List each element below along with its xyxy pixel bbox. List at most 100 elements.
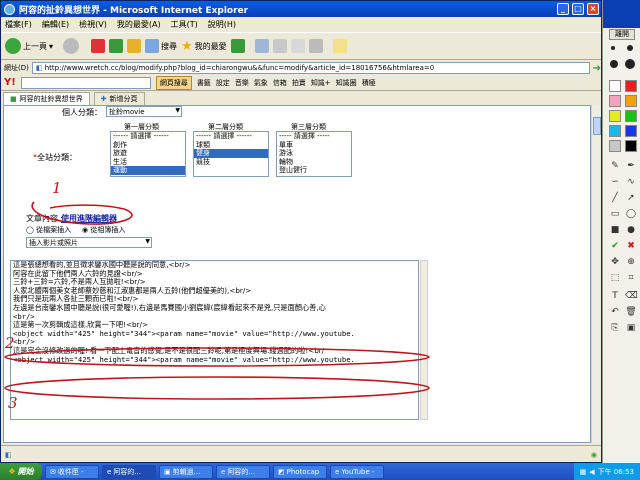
- task-inbox[interactable]: ✉ 收件匣 -: [45, 464, 99, 479]
- annotation-number-3: 3: [8, 394, 18, 412]
- check-icon[interactable]: ✔: [609, 240, 621, 252]
- ie-logo-icon: [4, 3, 15, 15]
- yahoo-item-auction[interactable]: 拍賣: [292, 78, 306, 88]
- pen-panel-header: [603, 0, 640, 28]
- yahoo-item-bookmarks[interactable]: 書籤: [197, 78, 211, 88]
- annotation-circle-2: [4, 347, 430, 367]
- star-icon: ★: [181, 38, 193, 54]
- yahoo-search-input[interactable]: [20, 76, 151, 89]
- color-pink[interactable]: [609, 95, 621, 107]
- move-icon[interactable]: ✥: [609, 256, 621, 268]
- refresh-icon[interactable]: [109, 39, 124, 53]
- page-scrollbar[interactable]: [591, 105, 601, 443]
- stop-icon[interactable]: [91, 39, 106, 53]
- menu-tools[interactable]: 工具(T): [171, 19, 198, 30]
- undo-icon[interactable]: ↶: [609, 306, 621, 318]
- pen-icon[interactable]: ✒: [625, 160, 637, 172]
- brush-size-3[interactable]: [610, 60, 618, 68]
- curve-icon[interactable]: ∽: [609, 176, 621, 188]
- color-green[interactable]: [625, 110, 637, 122]
- filled-ellipse-icon[interactable]: ●: [625, 224, 637, 236]
- pen-close-button[interactable]: 離開: [609, 29, 635, 40]
- go-arrow-icon[interactable]: ➔: [593, 63, 601, 74]
- annotation-layer: [4, 201, 430, 400]
- task-editing[interactable]: ▣ 剪輯過...: [159, 464, 213, 479]
- forward-arrow-icon[interactable]: [63, 38, 80, 54]
- menu-edit[interactable]: 編輯(E): [42, 19, 69, 30]
- mail-icon[interactable]: [254, 39, 269, 53]
- filled-rectangle-icon[interactable]: ■: [609, 224, 621, 236]
- tab-page-icon: ■: [10, 95, 17, 103]
- trash-icon[interactable]: 🗑: [625, 306, 637, 318]
- windows-logo-icon: ❖: [8, 467, 16, 476]
- close-button[interactable]: ×: [587, 3, 599, 15]
- back-button[interactable]: 上一頁 ▾: [5, 38, 53, 54]
- arrow-line-icon[interactable]: ➚: [625, 192, 637, 204]
- copy-icon[interactable]: ⎘: [609, 322, 621, 334]
- menu-help[interactable]: 說明(H): [208, 19, 236, 30]
- color-cyan[interactable]: [609, 125, 621, 137]
- brush-size-2[interactable]: [627, 45, 633, 51]
- volume-icon[interactable]: ◀: [589, 468, 594, 476]
- yahoo-item-more[interactable]: 積極: [362, 78, 376, 88]
- yahoo-item-knowledge[interactable]: 知識+: [311, 78, 331, 88]
- maximize-button[interactable]: □: [572, 3, 584, 15]
- home-icon[interactable]: [127, 39, 142, 53]
- yahoo-item-music[interactable]: 音樂: [235, 78, 249, 88]
- new-tab-button[interactable]: ✚ 新增分頁: [93, 92, 145, 105]
- history-icon[interactable]: [230, 39, 245, 53]
- yahoo-logo[interactable]: Y!: [4, 77, 16, 88]
- favorites-button[interactable]: ★ 我的最愛: [181, 39, 227, 54]
- color-blue[interactable]: [625, 125, 637, 137]
- task-blog-ie[interactable]: e 阿容的...: [102, 464, 156, 479]
- search-button[interactable]: 搜尋: [145, 39, 177, 53]
- crop-icon[interactable]: ⌗: [625, 272, 637, 284]
- web-search-button[interactable]: 網頁搜尋: [155, 75, 192, 90]
- color-red[interactable]: [625, 80, 637, 92]
- network-icon[interactable]: ▦: [580, 468, 587, 476]
- page-content: 個人分類： 扯鈴movie ▼ 第一層分類 第二層分類 第三層分類 *全站分類： …: [3, 105, 591, 443]
- status-bar: ◧ ◉: [1, 445, 601, 463]
- start-button[interactable]: ❖ 開始: [0, 463, 42, 480]
- minimize-button[interactable]: _: [557, 3, 569, 15]
- folder-icon[interactable]: [332, 39, 347, 53]
- yahoo-item-circle[interactable]: 知識圈: [336, 78, 357, 88]
- color-yellow[interactable]: [609, 110, 621, 122]
- address-input[interactable]: ◧ http://www.wretch.cc/blog/modify.php?b…: [31, 62, 590, 74]
- yahoo-item-settings[interactable]: 設定: [216, 78, 230, 88]
- task-photocap[interactable]: ◩ Photocap: [273, 464, 327, 479]
- pencil-icon[interactable]: ✎: [609, 160, 621, 172]
- freehand-icon[interactable]: ∿: [625, 176, 637, 188]
- brush-size-4[interactable]: [625, 59, 635, 69]
- ellipse-icon[interactable]: ◯: [625, 208, 637, 220]
- menu-favorites[interactable]: 我的最愛(A): [117, 19, 161, 30]
- brush-size-1[interactable]: [611, 46, 615, 50]
- menu-view[interactable]: 檢視(V): [79, 19, 107, 30]
- color-gray[interactable]: [609, 140, 621, 152]
- color-black[interactable]: [625, 140, 637, 152]
- zoom-icon[interactable]: ⊕: [625, 256, 637, 268]
- save-icon[interactable]: ▣: [625, 322, 637, 334]
- ie-icon: e: [221, 467, 226, 476]
- eraser-icon[interactable]: ⌫: [625, 290, 638, 302]
- ie-icon: e: [335, 467, 340, 476]
- internet-zone-icon: ◉: [590, 450, 597, 459]
- word-icon[interactable]: [290, 39, 305, 53]
- scrollbar-thumb[interactable]: [593, 117, 601, 135]
- menu-file[interactable]: 檔案(F): [5, 19, 32, 30]
- color-orange[interactable]: [625, 95, 637, 107]
- line-icon[interactable]: ╱: [609, 192, 621, 204]
- select-icon[interactable]: ⬚: [609, 272, 621, 284]
- cross-icon[interactable]: ✖: [625, 240, 637, 252]
- task-youtube[interactable]: e YouTube -: [330, 464, 384, 479]
- yahoo-item-weather[interactable]: 氣象: [254, 78, 268, 88]
- rectangle-icon[interactable]: ▭: [609, 208, 621, 220]
- print-icon[interactable]: [272, 39, 287, 53]
- messenger-icon[interactable]: [308, 39, 323, 53]
- tab-active[interactable]: ■ 阿容的扯鈴異想世界: [3, 92, 90, 105]
- text-icon[interactable]: T: [609, 290, 621, 302]
- color-white[interactable]: [609, 80, 621, 92]
- clock[interactable]: 下午 06:53: [598, 467, 634, 477]
- task-blog-2[interactable]: e 阿容的...: [216, 464, 270, 479]
- yahoo-item-mail[interactable]: 信箱: [273, 78, 287, 88]
